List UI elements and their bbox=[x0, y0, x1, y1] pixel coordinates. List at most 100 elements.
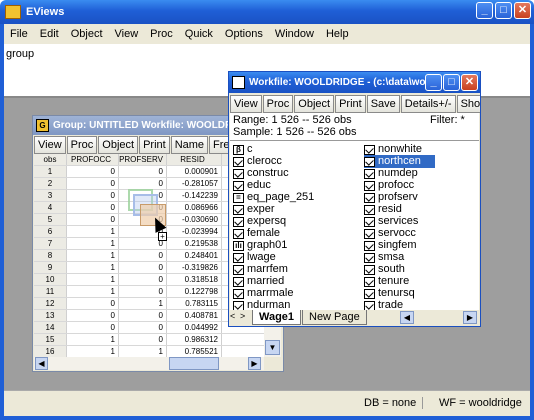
workfile-toolbar-show-button[interactable]: Show bbox=[456, 95, 480, 113]
close-button[interactable]: ✕ bbox=[514, 2, 531, 19]
menu-quick[interactable]: Quick bbox=[179, 28, 219, 40]
table-cell[interactable]: 1 bbox=[119, 298, 167, 309]
obs-cell[interactable]: 12 bbox=[34, 298, 67, 309]
table-cell[interactable]: 0 bbox=[119, 322, 167, 333]
obs-cell[interactable]: 8 bbox=[34, 250, 67, 261]
menu-object[interactable]: Object bbox=[65, 28, 109, 40]
workfile-toolbar-details-button[interactable]: Details+/- bbox=[400, 95, 456, 113]
table-cell[interactable]: -0.023994 bbox=[167, 226, 222, 237]
wf-scroll-right-icon[interactable]: ▶ bbox=[463, 311, 477, 324]
table-cell[interactable]: 0.122798 bbox=[167, 286, 222, 297]
table-cell[interactable]: -0.319826 bbox=[167, 262, 222, 273]
table-cell[interactable]: 0 bbox=[67, 202, 119, 213]
column-header[interactable]: RESID bbox=[167, 154, 222, 165]
group-toolbar-print-button[interactable]: Print bbox=[139, 136, 170, 154]
menu-edit[interactable]: Edit bbox=[34, 28, 65, 40]
table-cell[interactable]: -0.142239 bbox=[167, 190, 222, 201]
obs-cell[interactable]: 7 bbox=[34, 238, 67, 249]
workfile-toolbar-view-button[interactable]: View bbox=[230, 95, 262, 113]
table-cell[interactable]: 0.219538 bbox=[167, 238, 222, 249]
group-hscrollbar[interactable]: ◀ ▶ bbox=[34, 357, 264, 370]
filter-text[interactable]: Filter: * bbox=[430, 114, 465, 126]
obs-cell[interactable]: 6 bbox=[34, 226, 67, 237]
obs-cell[interactable]: 13 bbox=[34, 310, 67, 321]
obs-cell[interactable]: 2 bbox=[34, 178, 67, 189]
table-cell[interactable]: 1 bbox=[119, 346, 167, 357]
table-cell[interactable]: 1 bbox=[67, 262, 119, 273]
obs-cell[interactable]: 14 bbox=[34, 322, 67, 333]
table-cell[interactable]: 0 bbox=[67, 310, 119, 321]
table-cell[interactable]: 1 bbox=[67, 238, 119, 249]
minimize-button[interactable]: _ bbox=[476, 2, 493, 19]
table-cell[interactable]: 0.408781 bbox=[167, 310, 222, 321]
table-cell[interactable]: 0 bbox=[119, 166, 167, 177]
menu-window[interactable]: Window bbox=[269, 28, 320, 40]
column-header[interactable]: PROFOCC bbox=[67, 154, 119, 165]
table-cell[interactable]: 0 bbox=[67, 166, 119, 177]
obs-cell[interactable]: 3 bbox=[34, 190, 67, 201]
tab-wage1[interactable]: Wage1 bbox=[252, 310, 302, 325]
table-cell[interactable]: 1 bbox=[67, 334, 119, 345]
workfile-close-button[interactable]: ✕ bbox=[461, 74, 478, 91]
table-row[interactable]: 16 1 1 0.785521 bbox=[34, 346, 264, 357]
tab-new-page[interactable]: New Page bbox=[302, 310, 367, 325]
table-cell[interactable]: 0 bbox=[119, 250, 167, 261]
table-cell[interactable]: 1 bbox=[67, 346, 119, 357]
table-row[interactable]: 15 1 0 0.986312 bbox=[34, 334, 264, 346]
scroll-left-icon[interactable]: ◀ bbox=[35, 357, 48, 370]
workfile-toolbar-save-button[interactable]: Save bbox=[366, 95, 400, 113]
menu-proc[interactable]: Proc bbox=[144, 28, 179, 40]
group-toolbar-object-button[interactable]: Object bbox=[98, 136, 139, 154]
table-cell[interactable]: 1 bbox=[67, 250, 119, 261]
obs-cell[interactable]: 9 bbox=[34, 262, 67, 273]
table-cell[interactable]: 0 bbox=[119, 310, 167, 321]
maximize-button[interactable]: □ bbox=[495, 2, 512, 19]
group-toolbar-proc-button[interactable]: Proc bbox=[66, 136, 98, 154]
obs-cell[interactable]: 10 bbox=[34, 274, 67, 285]
table-cell[interactable]: -0.281057 bbox=[167, 178, 222, 189]
obs-cell[interactable]: 15 bbox=[34, 334, 67, 345]
table-cell[interactable]: 1 bbox=[67, 226, 119, 237]
wf-scroll-left-icon[interactable]: ◀ bbox=[400, 311, 414, 324]
table-cell[interactable]: 1 bbox=[67, 274, 119, 285]
obs-cell[interactable]: 5 bbox=[34, 214, 67, 225]
table-cell[interactable]: 0.248401 bbox=[167, 250, 222, 261]
table-cell[interactable]: 0 bbox=[119, 274, 167, 285]
scroll-thumb[interactable] bbox=[169, 357, 219, 370]
menu-file[interactable]: File bbox=[4, 28, 34, 40]
table-cell[interactable]: 0 bbox=[67, 214, 119, 225]
obs-cell[interactable]: 4 bbox=[34, 202, 67, 213]
column-header[interactable]: PROFSERV bbox=[119, 154, 167, 165]
table-cell[interactable]: 0.000901 bbox=[167, 166, 222, 177]
table-cell[interactable]: 0 bbox=[67, 178, 119, 189]
obs-cell[interactable]: 1 bbox=[34, 166, 67, 177]
table-cell[interactable]: 0.044992 bbox=[167, 322, 222, 333]
workfile-toolbar-proc-button[interactable]: Proc bbox=[262, 95, 294, 113]
menu-help[interactable]: Help bbox=[320, 28, 355, 40]
workfile-titlebar[interactable]: Workfile: WOOLDRIDGE - (c:\data\wo... _ … bbox=[229, 72, 480, 93]
column-header[interactable]: obs bbox=[34, 154, 67, 165]
group-toolbar-view-button[interactable]: View bbox=[34, 136, 66, 154]
sample-text[interactable]: Sample: 1 526 -- 526 obs bbox=[233, 126, 476, 138]
workfile-toolbar-object-button[interactable]: Object bbox=[294, 95, 335, 113]
table-cell[interactable]: 0.785521 bbox=[167, 346, 222, 357]
obs-cell[interactable]: 16 bbox=[34, 346, 67, 357]
menu-view[interactable]: View bbox=[109, 28, 145, 40]
table-cell[interactable]: 0 bbox=[119, 262, 167, 273]
workfile-toolbar-print-button[interactable]: Print bbox=[335, 95, 366, 113]
table-cell[interactable]: 0.986312 bbox=[167, 334, 222, 345]
tab-scroll-left-icon[interactable]: < bbox=[230, 311, 235, 321]
table-cell[interactable]: 1 bbox=[67, 286, 119, 297]
table-cell[interactable]: 0 bbox=[119, 334, 167, 345]
tab-scroll-right-icon[interactable]: > bbox=[240, 311, 245, 321]
table-cell[interactable]: 0 bbox=[67, 298, 119, 309]
group-toolbar-name-button[interactable]: Name bbox=[170, 136, 209, 154]
workfile-minimize-button[interactable]: _ bbox=[425, 74, 442, 91]
table-cell[interactable]: 0 bbox=[119, 178, 167, 189]
table-cell[interactable]: 0 bbox=[119, 286, 167, 297]
table-cell[interactable]: 0.086966 bbox=[167, 202, 222, 213]
workfile-maximize-button[interactable]: □ bbox=[443, 74, 460, 91]
table-cell[interactable]: -0.030690 bbox=[167, 214, 222, 225]
table-cell[interactable]: 0 bbox=[67, 190, 119, 201]
table-cell[interactable]: 0.318518 bbox=[167, 274, 222, 285]
